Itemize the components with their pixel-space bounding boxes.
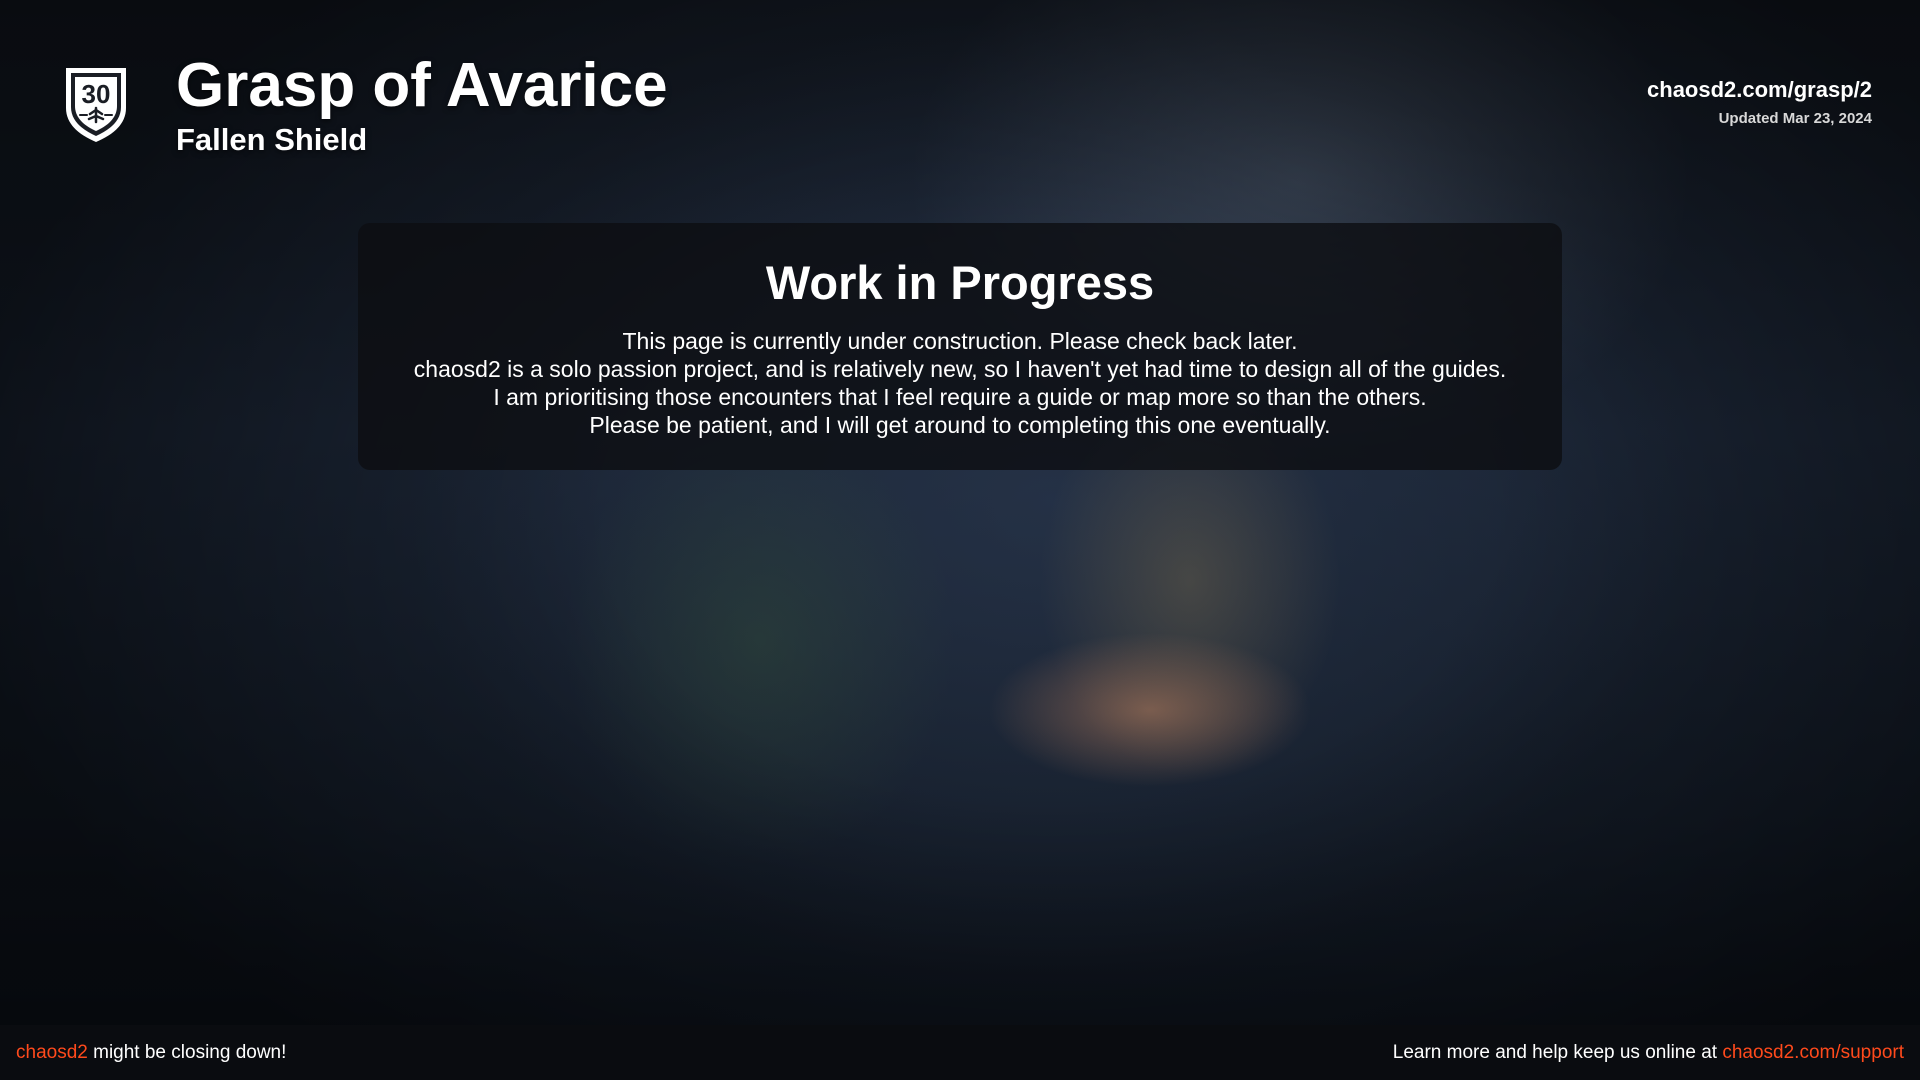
page-header: 30 Grasp of Avarice Fallen Shield chaosd… (0, 0, 1920, 170)
notice-body: This page is currently under constructio… (358, 327, 1562, 439)
title-block: Grasp of Avarice Fallen Shield (176, 50, 668, 158)
updated-date: Updated Mar 23, 2024 (1718, 110, 1872, 127)
footer-banner: chaosd2 might be closing down! Learn mor… (0, 1025, 1920, 1080)
shield-badge-icon: 30 (66, 68, 126, 142)
page-subtitle: Fallen Shield (176, 122, 368, 157)
support-notice-text: Learn more and help keep us online at (1392, 1042, 1723, 1063)
badge-number: 30 (82, 79, 111, 109)
page-title: Grasp of Avarice (176, 51, 668, 120)
closing-notice: chaosd2 might be closing down! (16, 1042, 286, 1064)
notice-line: This page is currently under constructio… (622, 328, 1298, 354)
notice-title: Work in Progress (765, 256, 1155, 309)
notice-line: Please be patient, and I will get around… (589, 412, 1331, 438)
support-notice: Learn more and help keep us online at ch… (1393, 1042, 1904, 1064)
notice-line: I am prioritising those encounters that … (493, 384, 1427, 410)
site-url-link[interactable]: chaosd2.com/grasp/2 (1647, 76, 1872, 104)
work-in-progress-panel: Work in Progress This page is currently … (358, 223, 1562, 470)
chaosd2-link[interactable]: chaosd2 (16, 1042, 88, 1063)
page-meta: chaosd2.com/grasp/2 Updated Mar 23, 2024 (1647, 76, 1872, 127)
support-link[interactable]: chaosd2.com/support (1722, 1042, 1904, 1063)
closing-notice-text: might be closing down! (87, 1042, 287, 1063)
notice-line: chaosd2 is a solo passion project, and i… (413, 356, 1507, 382)
